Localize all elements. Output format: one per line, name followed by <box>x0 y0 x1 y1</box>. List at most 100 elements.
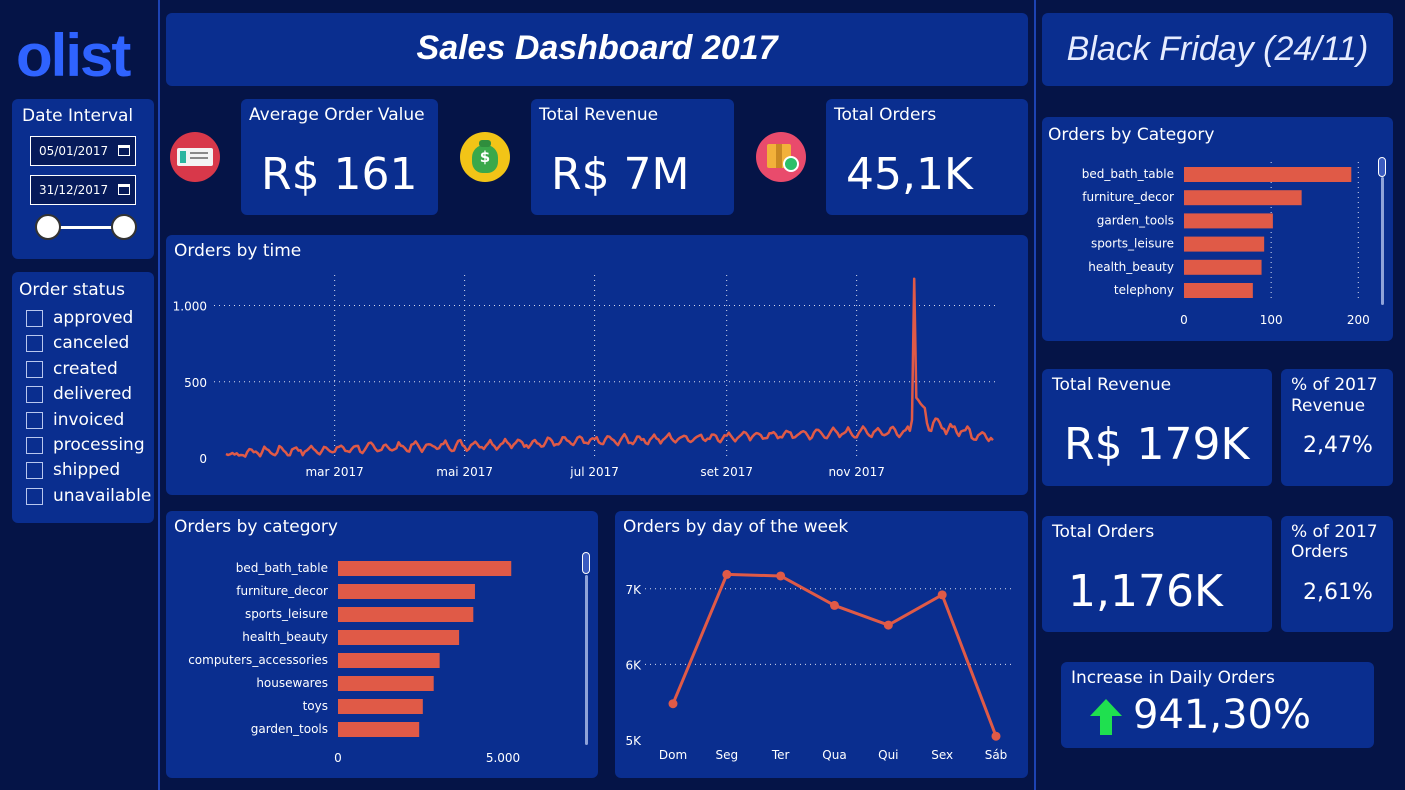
status-checkbox[interactable] <box>26 386 43 404</box>
total-revenue-label: Total Revenue <box>539 105 659 125</box>
status-checkbox[interactable] <box>26 310 43 327</box>
y-tick-label: 500 <box>184 376 207 390</box>
x-tick-label: mar 2017 <box>305 465 363 479</box>
bf-pct-orders-label-1: % of 2017 <box>1291 522 1378 542</box>
bf-total-orders-card: Total Orders 1,176K <box>1042 516 1272 632</box>
orders-by-time-panel: Orders by time 0 500 1.000 mar 2017 mai 2017… <box>166 235 1028 495</box>
status-checkbox[interactable] <box>26 462 43 480</box>
black-friday-title: Black Friday (24/11) <box>1066 30 1369 68</box>
date-interval-label: Date Interval <box>22 106 134 126</box>
status-label: unavailable <box>53 485 152 506</box>
y-tick-label: 1.000 <box>173 300 207 314</box>
category-bar <box>338 561 512 576</box>
status-label: delivered <box>53 384 133 405</box>
date-slider-end-handle[interactable] <box>111 214 137 240</box>
category-label: garden_tools <box>251 722 328 736</box>
status-checkbox[interactable] <box>26 487 43 505</box>
bf-pct-revenue-card: % of 2017 Revenue 2,47% <box>1281 369 1393 486</box>
bf-category-scrollbar-track[interactable] <box>1381 177 1384 305</box>
day-point <box>776 571 786 581</box>
x-tick-label: 0 <box>1180 313 1188 327</box>
category-label: computers_accessories <box>188 653 328 667</box>
x-tick-label: jul 2017 <box>569 465 619 479</box>
bf-total-orders-label: Total Orders <box>1052 522 1155 542</box>
category-label: sports_leisure <box>245 607 328 621</box>
y-tick-label: 0 <box>199 452 207 466</box>
total-revenue-value: R$ 7M <box>551 149 690 200</box>
x-tick-label: 200 <box>1347 313 1370 327</box>
bf-pct-revenue-value: 2,47% <box>1303 433 1373 458</box>
orders-by-time-chart: 0 500 1.000 mar 2017 mai 2017 jul 2017 set 201… <box>173 275 998 479</box>
y-tick-label: 6K <box>625 658 642 672</box>
category-scrollbar-track[interactable] <box>585 575 588 745</box>
category-scrollbar-thumb[interactable] <box>582 552 590 574</box>
bf-increase-daily-card: Increase in Daily Orders 941,30% <box>1061 662 1374 748</box>
x-tick-label: Qua <box>822 748 846 762</box>
left-divider <box>158 0 160 790</box>
x-tick-label: Dom <box>659 748 687 762</box>
avg-order-value-label: Average Order Value <box>249 105 425 125</box>
day-point <box>883 620 893 630</box>
status-checkbox[interactable] <box>26 411 43 429</box>
x-tick-label: nov 2017 <box>828 465 884 479</box>
date-slider-start-handle[interactable] <box>35 214 61 240</box>
arrow-up-icon <box>1090 699 1122 735</box>
x-tick-label: mai 2017 <box>436 465 493 479</box>
bf-category-scrollbar-thumb[interactable] <box>1378 157 1386 177</box>
bf-orders-by-category-chart: 0 100 200 bed_bath_table furniture_decorgard… <box>1082 162 1370 327</box>
package-check-icon <box>756 132 806 182</box>
category-label: toys <box>303 699 328 713</box>
category-label: health_beauty <box>1088 260 1174 274</box>
bf-orders-by-category-panel: Orders by Category 0 100 200 bed_bath_table… <box>1042 117 1393 341</box>
calendar-icon[interactable] <box>118 145 130 156</box>
x-tick-label: 5.000 <box>486 751 520 765</box>
order-status-label: Order status <box>19 280 125 300</box>
total-orders-card: Total Orders 45,1K <box>826 99 1028 215</box>
category-bar <box>338 630 460 645</box>
x-tick-label: Sex <box>931 748 953 762</box>
category-bar <box>1184 283 1253 298</box>
bf-total-orders-value: 1,176K <box>1068 566 1223 617</box>
money-bag-icon: $ <box>460 132 510 182</box>
day-point <box>830 600 839 610</box>
x-tick-label: 0 <box>334 751 342 765</box>
calendar-icon[interactable] <box>118 184 130 195</box>
avg-order-value: R$ 161 <box>261 149 418 200</box>
y-tick-label: 7K <box>625 583 642 597</box>
y-tick-label: 5K <box>625 734 642 748</box>
date-interval-panel: Date Interval 05/01/2017 31/12/2017 <box>12 99 154 259</box>
order-status-panel: Order status approved canceled created deli… <box>12 272 154 523</box>
olist-logo: olist <box>16 22 131 89</box>
right-divider <box>1034 0 1036 790</box>
bf-total-revenue-value: R$ 179K <box>1064 419 1250 470</box>
total-orders-value: 45,1K <box>846 149 973 200</box>
category-bar <box>338 699 423 714</box>
category-label: bed_bath_table <box>1082 167 1174 181</box>
start-date-input[interactable]: 05/01/2017 <box>30 136 136 166</box>
status-checkbox[interactable] <box>26 360 43 378</box>
end-date-input[interactable]: 31/12/2017 <box>30 175 136 205</box>
category-bar <box>1184 167 1352 182</box>
receipt-icon <box>170 132 220 182</box>
bf-total-revenue-card: Total Revenue R$ 179K <box>1042 369 1272 486</box>
start-date-value: 05/01/2017 <box>39 144 109 158</box>
x-tick-label: Seg <box>716 748 739 762</box>
bf-pct-revenue-label-2: Revenue <box>1291 396 1366 416</box>
day-point <box>937 590 947 600</box>
category-bar <box>338 584 475 599</box>
orders-by-category-panel: Orders by category bed_bath_table furnitu… <box>166 511 598 778</box>
category-bar <box>338 653 440 668</box>
black-friday-header: Black Friday (24/11) <box>1042 13 1393 86</box>
category-label: furniture_decor <box>236 584 328 598</box>
orders-by-day-panel: Orders by day of the week 5K 6K 7K Dom Seg Te… <box>615 511 1028 778</box>
day-point <box>668 699 678 709</box>
category-bar <box>338 722 420 737</box>
status-checkbox[interactable] <box>26 335 43 353</box>
bf-increase-daily-label: Increase in Daily Orders <box>1071 668 1275 688</box>
status-checkbox[interactable] <box>26 437 43 454</box>
bf-pct-orders-card: % of 2017 Orders 2,61% <box>1281 516 1393 632</box>
x-tick-label: Ter <box>771 748 790 762</box>
bf-total-revenue-label: Total Revenue <box>1052 375 1172 395</box>
day-series-line <box>671 572 998 737</box>
status-label: created <box>53 358 118 379</box>
